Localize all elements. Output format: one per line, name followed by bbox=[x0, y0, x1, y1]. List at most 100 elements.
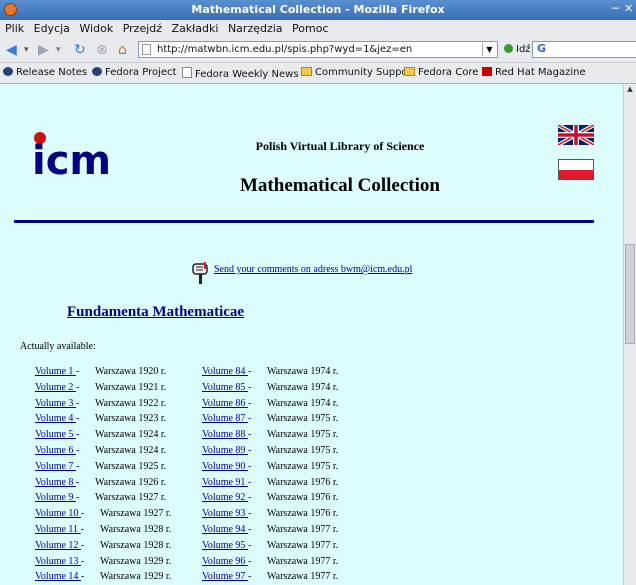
volume-link[interactable]: Volume 13 - bbox=[35, 556, 84, 567]
menu-go[interactable]: Przejdź bbox=[123, 22, 162, 35]
go-button[interactable]: Idź bbox=[504, 44, 531, 55]
menu-help[interactable]: Pomoc bbox=[292, 22, 328, 35]
icm-logo-text: icm bbox=[32, 138, 111, 180]
collection-title-link[interactable]: Fundamenta Mathematicae bbox=[67, 304, 244, 321]
search-box[interactable]: G bbox=[532, 41, 636, 58]
minimize-icon[interactable]: ─ bbox=[612, 2, 619, 15]
volume-link[interactable]: Volume 91 - bbox=[202, 477, 251, 488]
close-icon[interactable]: ✕ bbox=[624, 2, 633, 15]
back-dropdown-icon[interactable]: ▾ bbox=[24, 42, 29, 58]
volume-link[interactable]: Volume 6 - bbox=[35, 445, 79, 456]
bookmark-label: Red Hat Magazine bbox=[495, 67, 586, 78]
volume-link[interactable]: Volume 11 - bbox=[35, 524, 84, 535]
volume-link[interactable]: Volume 9 - bbox=[35, 492, 79, 503]
volume-link[interactable]: Volume 14 - bbox=[35, 571, 84, 582]
volume-link[interactable]: Volume 4 - bbox=[35, 413, 79, 424]
volume-link[interactable]: Volume 92 - bbox=[202, 492, 251, 503]
volume-link[interactable]: Volume 7 - bbox=[35, 461, 79, 472]
volume-label: Volume 4 bbox=[35, 413, 76, 425]
volume-year: Warszawa 1975 r. bbox=[267, 460, 339, 472]
volume-dash: - bbox=[75, 429, 80, 441]
volume-link[interactable]: Volume 87 - bbox=[202, 413, 251, 424]
page-viewport: icm Polish Virtual Library of Science Ma… bbox=[0, 84, 623, 585]
header-rule bbox=[14, 220, 594, 223]
volume-dash: - bbox=[247, 460, 252, 472]
menu-bar: Plik Edycja Widok Przejdź Zakładki Narzę… bbox=[0, 20, 636, 38]
volume-dash: - bbox=[247, 476, 252, 488]
volume-dash: - bbox=[75, 460, 80, 472]
volume-link[interactable]: Volume 2 - bbox=[35, 382, 79, 393]
feedback-link[interactable]: Send your comments on adress bwm@icm.edu… bbox=[214, 264, 412, 275]
reload-icon[interactable]: ↻ bbox=[74, 42, 86, 58]
volume-dash: - bbox=[247, 524, 252, 535]
volume-link[interactable]: Volume 90 - bbox=[202, 461, 251, 472]
url-bar[interactable]: http://matwbn.icm.edu.pl/spis.php?wyd=1&… bbox=[138, 41, 498, 58]
menu-tools[interactable]: Narzędzia bbox=[228, 22, 283, 35]
polish-flag-icon[interactable] bbox=[558, 159, 594, 180]
volume-label: Volume 84 bbox=[202, 366, 248, 377]
volume-link[interactable]: Volume 95 - bbox=[202, 540, 251, 551]
bookmark-label: Community Support bbox=[315, 67, 416, 78]
scroll-up-icon[interactable]: ▲ bbox=[625, 85, 635, 97]
bookmark-label: Release Notes bbox=[16, 67, 88, 78]
volume-link[interactable]: Volume 96 - bbox=[202, 556, 251, 567]
back-icon[interactable]: ◀ bbox=[6, 42, 17, 58]
volume-link[interactable]: Volume 88 - bbox=[202, 429, 251, 440]
volume-dash: - bbox=[80, 571, 85, 583]
volume-link[interactable]: Volume 85 - bbox=[202, 382, 251, 393]
bookmark-community-support[interactable]: Community Support bbox=[301, 67, 416, 78]
bookmark-fedora-core-6[interactable]: Fedora Core 6 bbox=[404, 67, 488, 78]
volume-link[interactable]: Volume 5 - bbox=[35, 429, 79, 440]
volume-link[interactable]: Volume 97 - bbox=[202, 571, 251, 582]
bookmark-release-notes[interactable]: Release Notes bbox=[3, 67, 87, 78]
available-label: Actually available: bbox=[20, 341, 96, 352]
home-icon[interactable]: ⌂ bbox=[118, 42, 127, 58]
volume-link[interactable]: Volume 8 - bbox=[35, 477, 79, 488]
bookmark-red-hat-magazine[interactable]: Red Hat Magazine bbox=[482, 67, 586, 78]
bookmark-fedora-weekly-news[interactable]: Fedora Weekly News bbox=[182, 67, 299, 80]
volume-link[interactable]: Volume 12 - bbox=[35, 540, 84, 551]
url-dropdown-icon[interactable]: ▼ bbox=[482, 43, 496, 56]
volume-link[interactable]: Volume 89 - bbox=[202, 445, 251, 456]
icm-logo: icm bbox=[32, 132, 111, 180]
scrollbar-thumb[interactable] bbox=[625, 244, 635, 344]
bookmark-fedora-project[interactable]: Fedora Project bbox=[92, 67, 176, 78]
volume-year: Warszawa 1927 r. bbox=[95, 492, 167, 504]
volume-link[interactable]: Volume 94 - bbox=[202, 524, 251, 535]
volume-label: Volume 97 bbox=[202, 571, 248, 583]
url-text[interactable]: http://matwbn.icm.edu.pl/spis.php?wyd=1&… bbox=[157, 44, 412, 55]
volume-year: Warszawa 1977 r. bbox=[267, 571, 339, 583]
volume-link[interactable]: Volume 93 - bbox=[202, 508, 251, 519]
volume-year: Warszawa 1928 r. bbox=[100, 539, 172, 551]
volume-year: Warszawa 1929 r. bbox=[100, 555, 172, 567]
vertical-scrollbar[interactable]: ▲ bbox=[623, 84, 636, 585]
forward-icon[interactable]: ▶ bbox=[38, 42, 49, 58]
forward-dropdown-icon[interactable]: ▾ bbox=[56, 42, 61, 58]
english-flag-icon[interactable] bbox=[558, 125, 594, 145]
volume-label: Volume 11 bbox=[35, 524, 81, 535]
volume-label: Volume 85 bbox=[202, 381, 248, 393]
menu-bookmarks[interactable]: Zakładki bbox=[172, 22, 219, 35]
volume-link[interactable]: Volume 3 - bbox=[35, 398, 79, 409]
volume-link[interactable]: Volume 84 - bbox=[202, 366, 251, 377]
volume-dash: - bbox=[247, 397, 252, 409]
volume-year: Warszawa 1926 r. bbox=[95, 476, 167, 488]
volume-dash: - bbox=[247, 445, 252, 456]
volume-dash: - bbox=[75, 445, 80, 456]
volume-link[interactable]: Volume 10 - bbox=[35, 508, 84, 519]
menu-edit[interactable]: Edycja bbox=[34, 22, 70, 35]
menu-view[interactable]: Widok bbox=[79, 22, 113, 35]
volume-year: Warszawa 1928 r. bbox=[100, 524, 172, 535]
volume-label: Volume 3 bbox=[35, 397, 76, 409]
volume-year: Warszawa 1974 r. bbox=[267, 366, 339, 377]
volume-link[interactable]: Volume 1 - bbox=[35, 366, 79, 377]
fedora-icon bbox=[92, 67, 102, 76]
volume-label: Volume 87 bbox=[202, 413, 248, 425]
menu-file[interactable]: Plik bbox=[5, 22, 24, 35]
volume-dash: - bbox=[247, 366, 252, 377]
volume-link[interactable]: Volume 86 - bbox=[202, 398, 251, 409]
volume-label: Volume 10 bbox=[35, 508, 81, 520]
folder-icon bbox=[301, 67, 312, 76]
volume-label: Volume 7 bbox=[35, 460, 76, 472]
stop-icon[interactable]: ⊗ bbox=[96, 42, 108, 58]
